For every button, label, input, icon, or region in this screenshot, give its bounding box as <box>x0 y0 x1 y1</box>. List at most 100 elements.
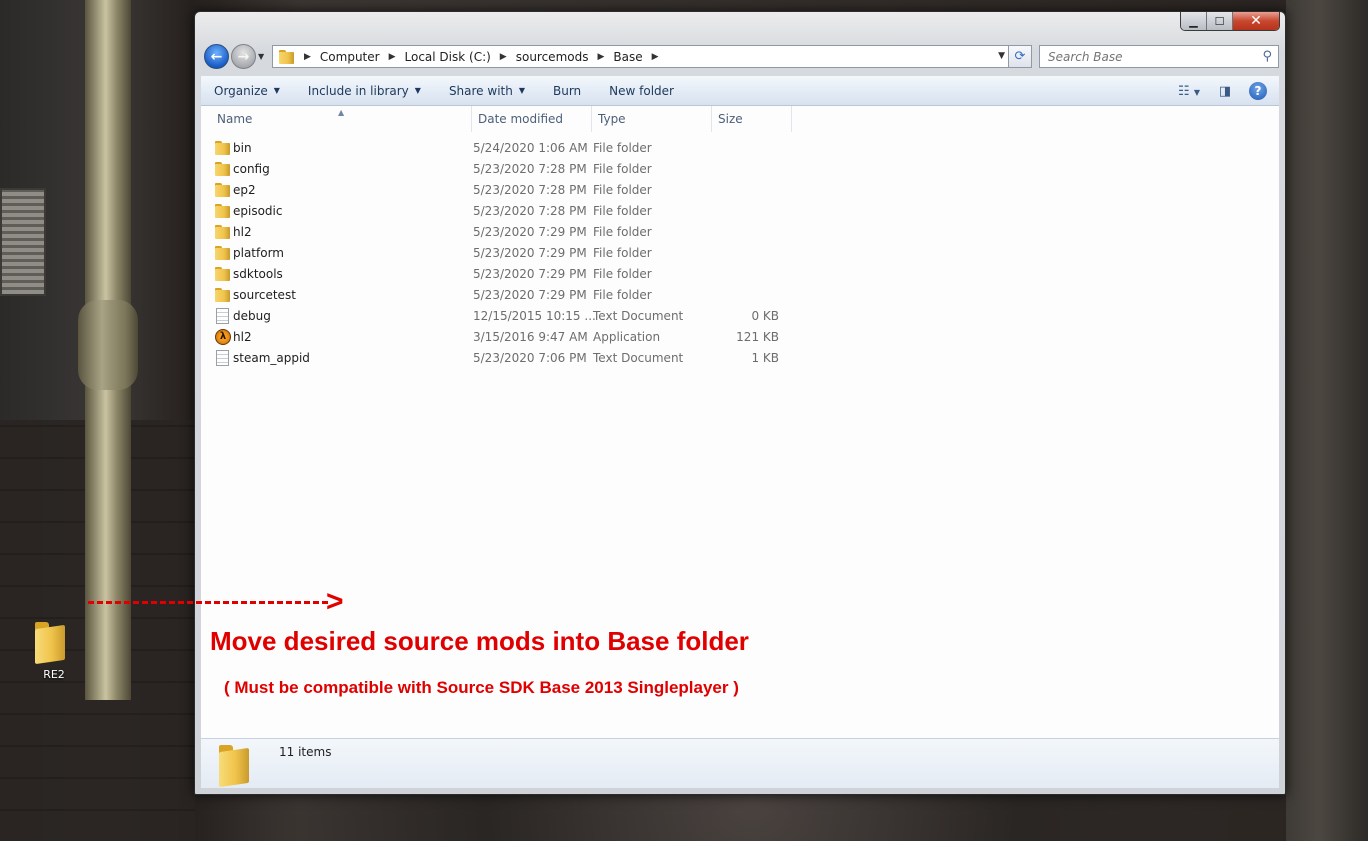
file-type: File folder <box>593 141 652 155</box>
folder-icon <box>215 266 231 281</box>
search-icon[interactable]: ⚲ <box>1262 49 1272 64</box>
file-row[interactable]: steam_appid 5/23/2020 7:06 PM Text Docum… <box>201 348 1279 369</box>
annotation-sub-text: ( Must be compatible with Source SDK Bas… <box>224 678 739 697</box>
breadcrumb-sourcemods[interactable]: sourcemods <box>516 50 589 64</box>
file-name: ep2 <box>233 183 256 197</box>
include-in-library-label: Include in library <box>307 83 409 98</box>
chevron-down-icon[interactable]: ▼ <box>998 51 1005 61</box>
column-header-name[interactable]: ▲ Name <box>201 106 472 132</box>
file-row[interactable]: platform 5/23/2020 7:29 PM File folder <box>201 243 1279 264</box>
column-header-type[interactable]: Type <box>592 106 712 132</box>
annotation-main-text: Move desired source mods into Base folde… <box>210 626 749 656</box>
folder-icon <box>219 745 257 785</box>
file-type: Application <box>593 330 661 344</box>
details-pane: 11 items <box>201 738 1279 788</box>
chevron-down-icon: ▼ <box>414 86 421 95</box>
file-name: hl2 <box>233 330 252 344</box>
breadcrumb-local-disk[interactable]: Local Disk (C:) <box>405 50 491 64</box>
column-header-size[interactable]: Size <box>712 106 792 132</box>
file-date: 12/15/2015 10:15 ... <box>473 309 596 323</box>
file-row[interactable]: hl2 5/23/2020 7:29 PM File folder <box>201 222 1279 243</box>
search-box[interactable]: ⚲ <box>1039 45 1279 68</box>
burn-label: Burn <box>553 83 582 98</box>
file-name: debug <box>233 309 271 323</box>
text-document-icon <box>216 308 229 324</box>
view-options-icon[interactable]: ☷ ▼ <box>1171 84 1207 99</box>
folder-icon <box>215 224 231 239</box>
column-header-date-label: Date modified <box>478 112 564 126</box>
include-in-library-button[interactable]: Include in library ▼ <box>295 84 436 98</box>
file-name: sdktools <box>233 267 283 281</box>
file-row[interactable]: bin 5/24/2020 1:06 AM File folder <box>201 138 1279 159</box>
back-button[interactable]: ← <box>204 44 229 69</box>
chevron-right-icon[interactable]: ▶ <box>500 52 507 62</box>
command-bar: Organize ▼ Include in library ▼ Share with… <box>201 76 1279 106</box>
preview-pane-icon[interactable]: ◨ <box>1207 84 1243 99</box>
file-type: File folder <box>593 288 652 302</box>
annotation-arrow-head: > <box>326 585 344 618</box>
breadcrumb-computer[interactable]: Computer <box>320 50 380 64</box>
file-type: File folder <box>593 225 652 239</box>
burn-button[interactable]: Burn <box>540 84 596 98</box>
desktop-wallpaper-vent <box>0 188 46 296</box>
organize-label: Organize <box>214 83 268 98</box>
application-icon: λ <box>215 329 231 345</box>
file-name: episodic <box>233 204 283 218</box>
folder-icon <box>215 245 231 260</box>
arrow-left-icon: ← <box>210 48 223 65</box>
file-row[interactable]: ep2 5/23/2020 7:28 PM File folder <box>201 180 1279 201</box>
file-row[interactable]: sdktools 5/23/2020 7:29 PM File folder <box>201 264 1279 285</box>
desktop-wallpaper-right <box>1286 0 1368 841</box>
file-date: 5/23/2020 7:28 PM <box>473 162 587 176</box>
chevron-right-icon[interactable]: ▶ <box>597 52 604 62</box>
file-date: 5/23/2020 7:29 PM <box>473 267 587 281</box>
share-with-button[interactable]: Share with ▼ <box>436 84 540 98</box>
recent-pages-dropdown[interactable]: ▼ <box>258 52 264 61</box>
organize-button[interactable]: Organize ▼ <box>201 84 295 98</box>
refresh-button[interactable]: ⟳ <box>1009 45 1032 68</box>
arrow-right-icon: → <box>237 48 250 65</box>
forward-button[interactable]: → <box>231 44 256 69</box>
file-row[interactable]: debug 12/15/2015 10:15 ... Text Document… <box>201 306 1279 327</box>
file-date: 5/23/2020 7:29 PM <box>473 225 587 239</box>
search-input[interactable] <box>1048 49 1248 64</box>
chevron-right-icon[interactable]: ▶ <box>652 52 659 62</box>
maximize-button[interactable]: ☐ <box>1207 12 1233 30</box>
file-type: Text Document <box>593 351 684 365</box>
file-type: Text Document <box>593 309 684 323</box>
close-button[interactable]: ✕ <box>1233 12 1279 30</box>
annotation-arrow-line <box>88 601 328 604</box>
file-type: File folder <box>593 267 652 281</box>
breadcrumb-base[interactable]: Base <box>613 50 642 64</box>
column-header-date[interactable]: Date modified <box>472 106 592 132</box>
folder-icon <box>35 622 73 662</box>
address-bar[interactable]: ▶ Computer ▶ Local Disk (C:) ▶ sourcemod… <box>272 45 1009 68</box>
new-folder-button[interactable]: New folder <box>596 84 689 98</box>
file-type: File folder <box>593 204 652 218</box>
minimize-button[interactable]: ▁ <box>1181 12 1207 30</box>
desktop-folder-re2[interactable]: RE2 <box>22 622 86 681</box>
file-date: 5/23/2020 7:28 PM <box>473 204 587 218</box>
text-document-icon <box>216 350 229 366</box>
folder-icon <box>215 161 231 176</box>
file-row[interactable]: episodic 5/23/2020 7:28 PM File folder <box>201 201 1279 222</box>
folder-icon <box>279 49 295 64</box>
file-row[interactable]: sourcetest 5/23/2020 7:29 PM File folder <box>201 285 1279 306</box>
chevron-right-icon[interactable]: ▶ <box>389 52 396 62</box>
folder-icon <box>215 182 231 197</box>
help-icon[interactable]: ? <box>1249 82 1267 100</box>
file-date: 5/24/2020 1:06 AM <box>473 141 588 155</box>
caption-buttons: ▁ ☐ ✕ <box>1180 12 1280 31</box>
file-name: config <box>233 162 270 176</box>
file-row[interactable]: λ hl2 3/15/2016 9:47 AM Application 121 … <box>201 327 1279 348</box>
chevron-right-icon[interactable]: ▶ <box>304 52 311 62</box>
file-row[interactable]: config 5/23/2020 7:28 PM File folder <box>201 159 1279 180</box>
file-size: 121 KB <box>736 330 779 344</box>
file-name: platform <box>233 246 284 260</box>
column-headers: ▲ Name Date modified Type Size <box>201 106 1279 132</box>
chevron-down-icon: ▼ <box>273 86 280 95</box>
folder-icon <box>215 140 231 155</box>
file-name: steam_appid <box>233 351 310 365</box>
refresh-icon: ⟳ <box>1014 49 1026 64</box>
chevron-down-icon: ▼ <box>518 86 525 95</box>
